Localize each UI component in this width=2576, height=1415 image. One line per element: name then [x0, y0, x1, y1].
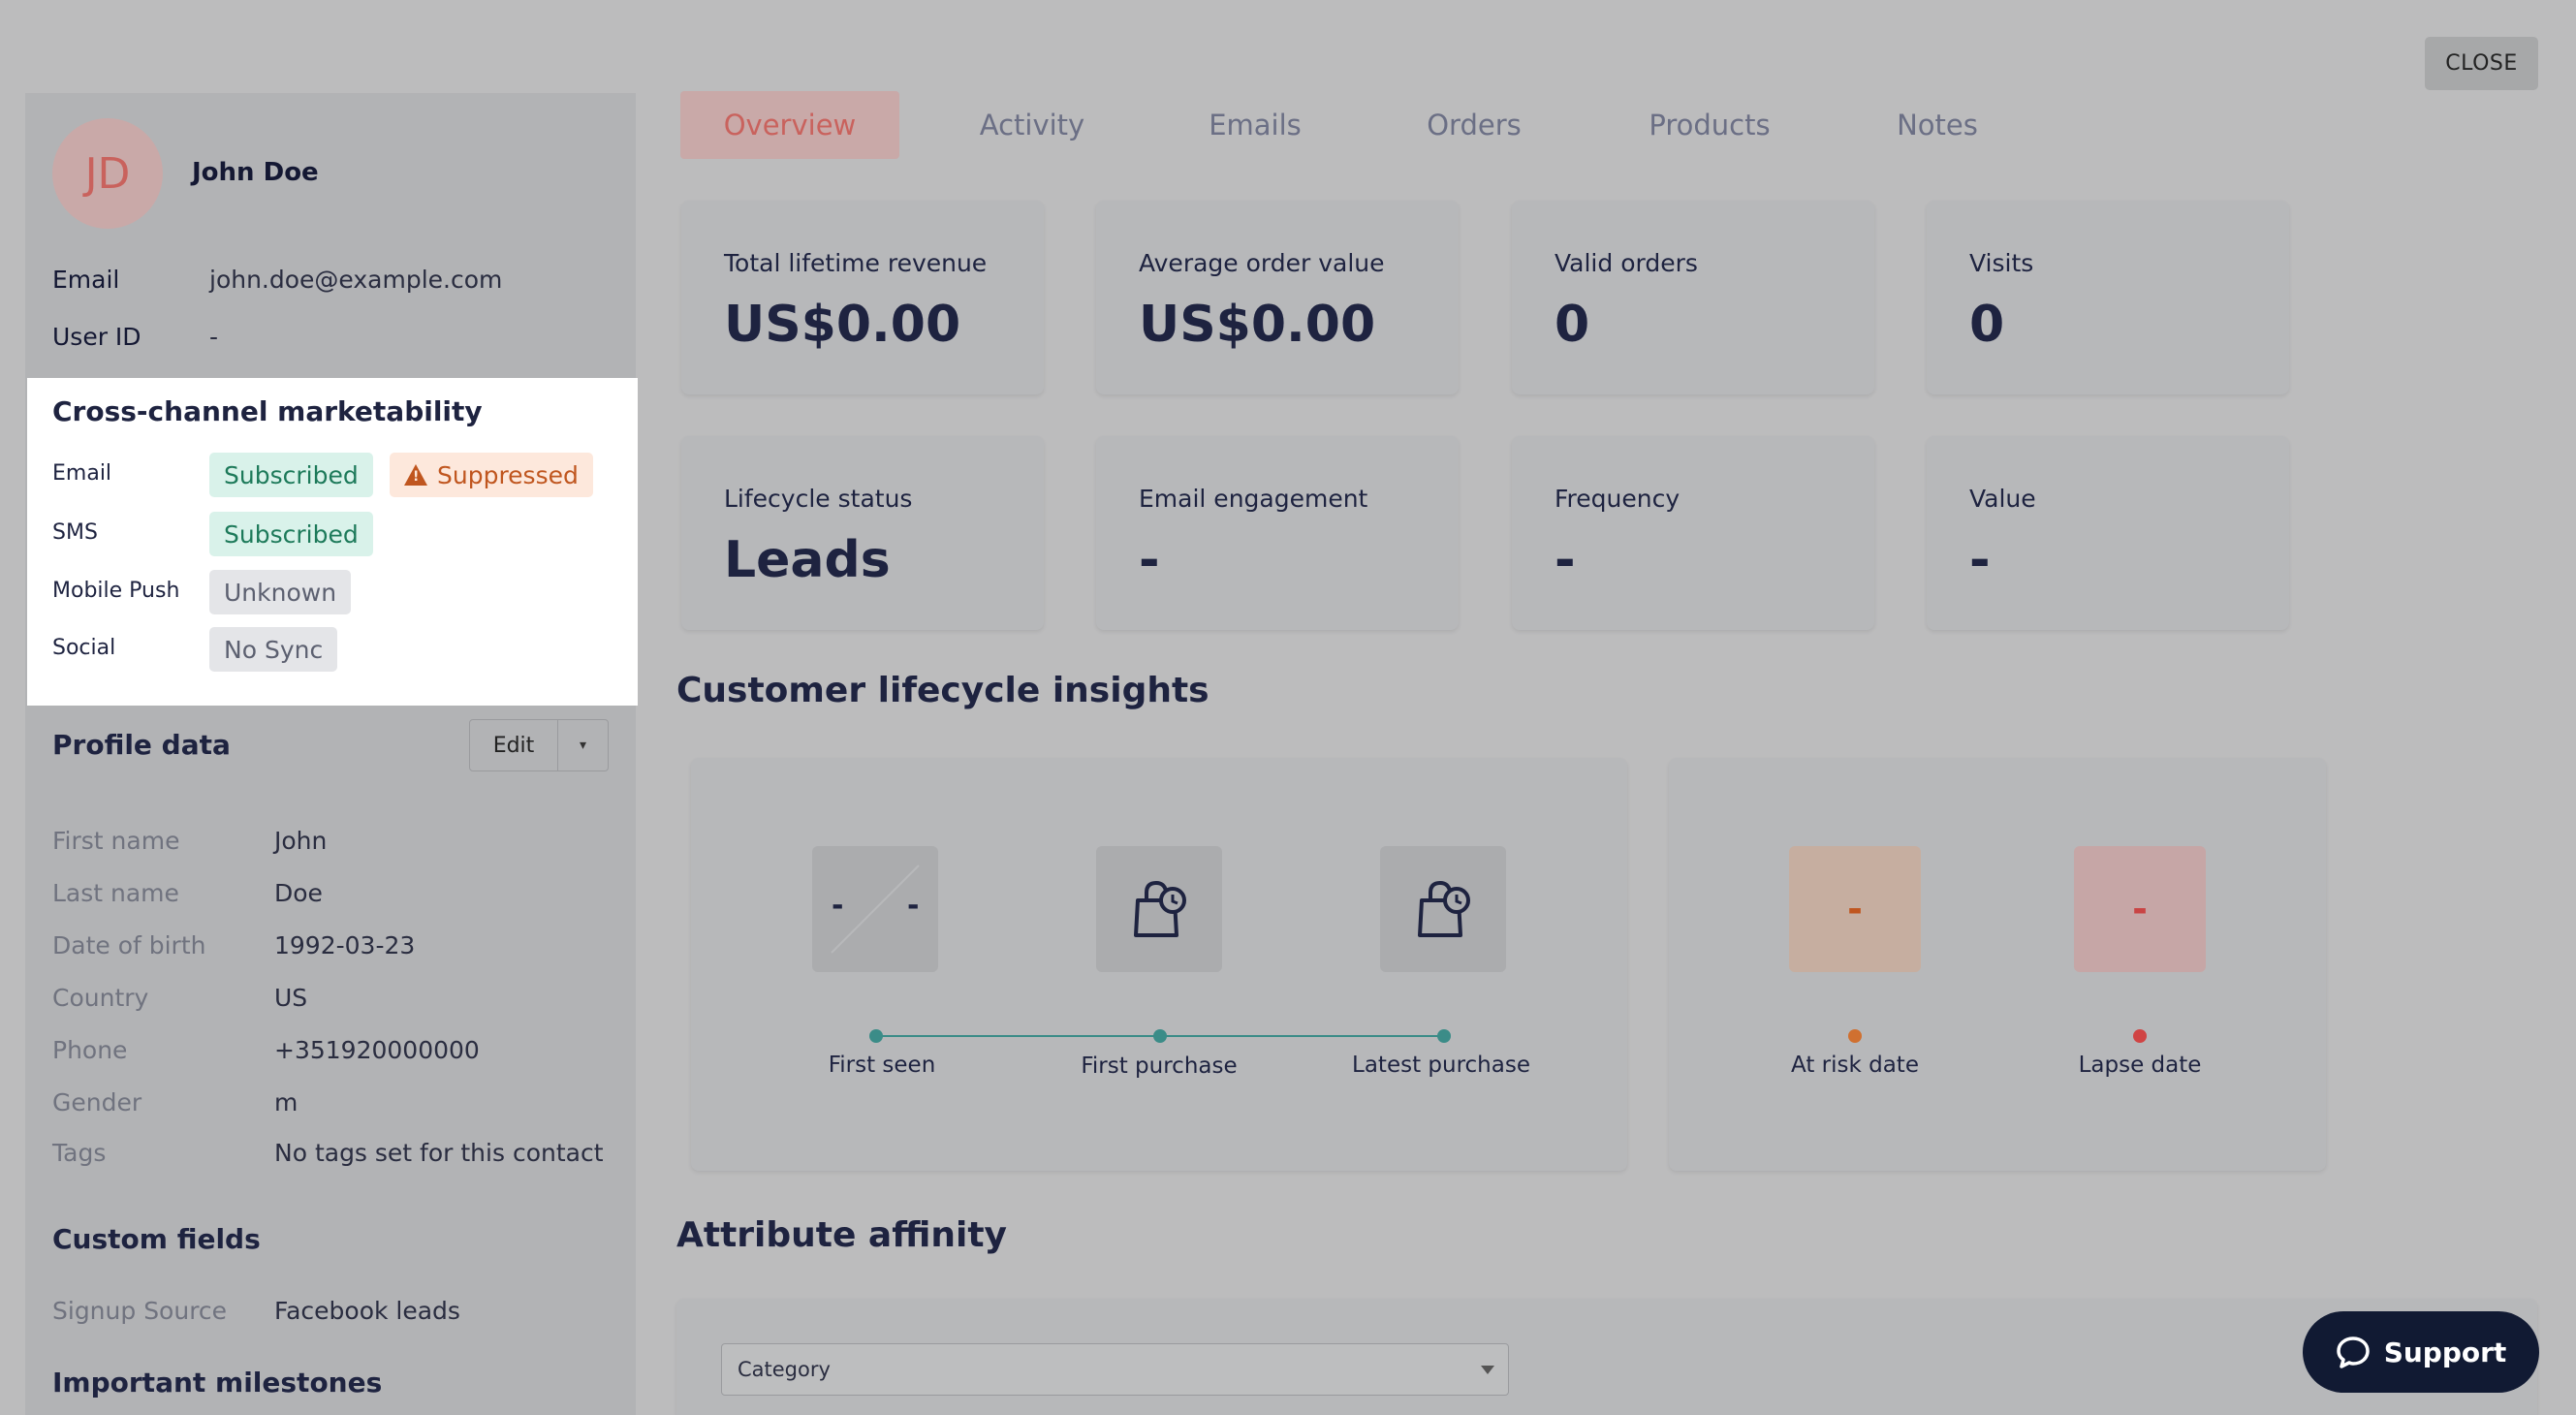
first-seen-box: - - — [812, 846, 938, 972]
latest-purchase-label: Latest purchase — [1352, 1053, 1530, 1078]
at-risk-box: - — [1789, 846, 1921, 972]
tab-notes[interactable]: Notes — [1884, 91, 1991, 159]
stat-card: Value - — [1927, 436, 2289, 630]
stat-value: US$0.00 — [724, 296, 961, 354]
field-label: Country — [52, 984, 149, 1012]
stat-card: Email engagement - — [1096, 436, 1459, 630]
field-label: First name — [52, 827, 180, 855]
field-value: John — [274, 827, 328, 855]
stat-label: Email engagement — [1139, 485, 1368, 513]
marketability-social-label: Social — [52, 636, 116, 660]
email-suppressed-badge: ! Suppressed — [390, 453, 593, 497]
stat-value: Leads — [724, 531, 891, 589]
tab-products[interactable]: Products — [1632, 91, 1787, 159]
lapse-box: - — [2074, 846, 2206, 972]
field-label: Date of birth — [52, 931, 206, 959]
field-label: Phone — [52, 1036, 128, 1064]
shopping-bag-clock-icon — [1418, 880, 1470, 937]
stat-value: 0 — [1969, 296, 2005, 354]
cross-channel-marketability: Cross-channel marketability Email Subscr… — [27, 378, 638, 706]
sms-subscribed-badge: Subscribed — [209, 512, 373, 556]
tab-activity[interactable]: Activity — [959, 91, 1105, 159]
latest-purchase-box — [1380, 846, 1506, 972]
timeline-dot — [1153, 1029, 1167, 1043]
user-id-label: User ID — [52, 323, 141, 351]
social-nosync-badge: No Sync — [209, 627, 338, 672]
email-value: john.doe@example.com — [209, 266, 503, 294]
field-label: Tags — [52, 1139, 107, 1167]
email-subscribed-badge: Subscribed — [209, 453, 373, 497]
custom-fields-title: Custom fields — [52, 1223, 261, 1255]
stat-card: Frequency - — [1512, 436, 1874, 630]
contact-name: John Doe — [192, 158, 319, 187]
field-value: 1992-03-23 — [274, 931, 416, 959]
lapse-label: Lapse date — [2078, 1053, 2202, 1078]
stat-card: Valid orders 0 — [1512, 201, 1874, 394]
at-risk-dot — [1848, 1029, 1862, 1043]
stat-label: Lifecycle status — [724, 485, 913, 513]
user-id-value: - — [209, 323, 219, 351]
profile-data-title: Profile data — [52, 729, 231, 761]
risk-panel — [1669, 758, 2326, 1171]
stat-label: Visits — [1969, 249, 2034, 277]
field-value: No tags set for this contact — [274, 1139, 604, 1167]
first-seen-value: - — [832, 889, 844, 923]
stat-card: Visits 0 — [1927, 201, 2289, 394]
chat-bubble-icon — [2336, 1336, 2370, 1368]
timeline-dot — [869, 1029, 883, 1043]
stat-value: 0 — [1555, 296, 1590, 354]
marketability-sms-label: SMS — [52, 520, 98, 545]
milestones-title: Important milestones — [52, 1367, 383, 1399]
edit-dropdown-button[interactable]: ▾ — [558, 719, 609, 771]
shopping-bag-clock-icon — [1134, 880, 1186, 937]
field-value: US — [274, 984, 308, 1012]
chevron-down-icon: ▾ — [579, 738, 587, 753]
stat-label: Frequency — [1555, 485, 1681, 513]
stat-label: Average order value — [1139, 249, 1385, 277]
chevron-down-icon — [1481, 1366, 1494, 1374]
close-button[interactable]: CLOSE — [2425, 37, 2538, 90]
field-value: Facebook leads — [274, 1297, 460, 1325]
field-label: Gender — [52, 1088, 142, 1116]
marketability-title: Cross-channel marketability — [52, 395, 483, 427]
warning-icon: ! — [404, 464, 427, 486]
marketability-email-label: Email — [52, 461, 112, 486]
stat-label: Value — [1969, 485, 2036, 513]
stat-label: Valid orders — [1555, 249, 1698, 277]
stat-card: Lifecycle status Leads — [681, 436, 1044, 630]
category-select-value: Category — [738, 1358, 831, 1381]
stat-label: Total lifetime revenue — [724, 249, 988, 277]
marketability-push-label: Mobile Push — [52, 579, 180, 603]
edit-button[interactable]: Edit — [469, 719, 558, 771]
lapse-dot — [2133, 1029, 2147, 1043]
first-seen-label: First seen — [828, 1053, 936, 1078]
field-value: Doe — [274, 879, 323, 907]
stat-value: - — [1555, 531, 1576, 589]
email-label: Email — [52, 266, 120, 294]
avatar: JD — [52, 118, 163, 229]
lifecycle-title: Customer lifecycle insights — [676, 671, 1209, 710]
timeline-dot — [1437, 1029, 1451, 1043]
tab-orders[interactable]: Orders — [1411, 91, 1537, 159]
first-seen-value-2: - — [907, 889, 920, 923]
stat-card: Total lifetime revenue US$0.00 — [681, 201, 1044, 394]
field-label: Last name — [52, 879, 179, 907]
support-button[interactable]: Support — [2303, 1311, 2539, 1393]
stat-value: US$0.00 — [1139, 296, 1376, 354]
support-label: Support — [2383, 1336, 2507, 1368]
stat-value: - — [1969, 531, 1991, 589]
category-select[interactable]: Category — [721, 1343, 1509, 1396]
stat-value: - — [1139, 531, 1160, 589]
push-unknown-badge: Unknown — [209, 570, 352, 614]
tab-emails[interactable]: Emails — [1192, 91, 1318, 159]
stat-card: Average order value US$0.00 — [1096, 201, 1459, 394]
first-purchase-box — [1096, 846, 1222, 972]
field-value: +351920000000 — [274, 1036, 480, 1064]
first-purchase-label: First purchase — [1081, 1053, 1238, 1079]
field-value: m — [274, 1088, 298, 1116]
field-label: Signup Source — [52, 1297, 228, 1325]
at-risk-label: At risk date — [1791, 1053, 1919, 1078]
tab-overview[interactable]: Overview — [680, 91, 899, 159]
attribute-affinity-title: Attribute affinity — [676, 1215, 1008, 1255]
